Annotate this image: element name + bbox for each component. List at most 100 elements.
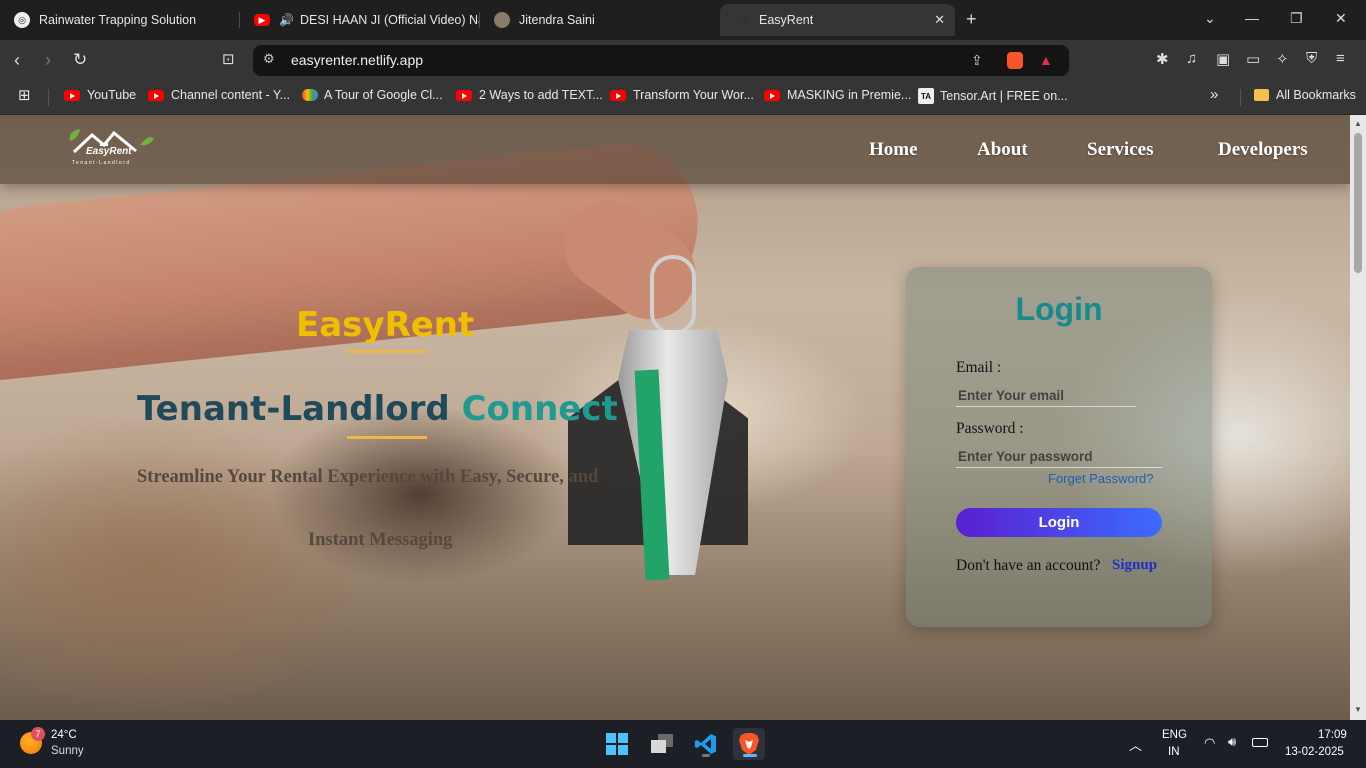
more-bookmarks-icon[interactable]: » <box>1210 86 1218 103</box>
email-input[interactable] <box>956 385 1136 407</box>
nav-home[interactable]: Home <box>869 139 918 161</box>
youtube-icon <box>610 89 626 101</box>
vscode-taskbar-button[interactable] <box>690 728 722 760</box>
tab-jitendra-saini[interactable]: Jitendra Saini <box>480 4 720 36</box>
site-settings-icon[interactable]: ⚙ <box>263 51 275 67</box>
google-cloud-icon <box>302 89 318 101</box>
scroll-down-icon[interactable]: ▼ <box>1354 705 1362 714</box>
restore-icon[interactable]: ❐ <box>1290 10 1303 27</box>
youtube-icon <box>64 89 80 101</box>
openai-icon: ◎ <box>14 12 30 28</box>
bookmark-channel-content[interactable]: Channel content - Y... <box>148 88 290 102</box>
brave-rewards-icon[interactable]: ▲ <box>1039 52 1053 68</box>
wifi-icon[interactable]: ◠ <box>1204 735 1215 751</box>
tab-easyrent[interactable]: EasyRent ✕ <box>720 4 955 36</box>
forward-icon[interactable]: › <box>45 50 51 70</box>
youtube-icon <box>148 89 164 101</box>
hero-brand-title: EasyRent <box>296 305 475 345</box>
tab-title: Jitendra Saini <box>519 13 595 27</box>
tab-strip: ◎ Rainwater Trapping Solution ▶ 🔊 DESI H… <box>0 0 1366 40</box>
task-view-icon <box>651 734 673 753</box>
reload-icon[interactable]: ↻ <box>73 50 87 70</box>
bookmark-masking[interactable]: MASKING in Premie... <box>764 88 911 102</box>
bookmark-label: A Tour of Google Cl... <box>324 88 443 102</box>
minimize-icon[interactable]: — <box>1245 10 1259 26</box>
nav-about[interactable]: About <box>977 139 1028 161</box>
tab-title: EasyRent <box>759 13 814 27</box>
avatar-icon <box>494 12 510 28</box>
weather-badge: 7 <box>31 727 45 741</box>
bookmark-google-cloud[interactable]: A Tour of Google Cl... <box>302 88 443 102</box>
email-label: Email : <box>956 359 1002 376</box>
password-label: Password : <box>956 420 1024 437</box>
bookmark-label: Tensor.Art | FREE on... <box>940 89 1068 103</box>
tab-rainwater[interactable]: ◎ Rainwater Trapping Solution <box>0 4 240 36</box>
url-text[interactable]: easyrenter.netlify.app <box>291 52 423 68</box>
bookmark-label: 2 Ways to add TEXT... <box>479 88 603 102</box>
battery-icon[interactable] <box>1252 738 1268 747</box>
signup-link[interactable]: Signup <box>1112 557 1157 574</box>
all-bookmarks-label: All Bookmarks <box>1276 88 1356 102</box>
bookmark-label: Transform Your Wor... <box>633 88 754 102</box>
close-window-icon[interactable]: ✕ <box>1335 10 1347 27</box>
bookmark-add-text[interactable]: 2 Ways to add TEXT... <box>456 88 603 102</box>
back-icon[interactable]: ‹ <box>14 50 20 70</box>
weather-condition[interactable]: Sunny <box>51 745 84 757</box>
forgot-password-link[interactable]: Forget Password? <box>1048 471 1154 486</box>
easyrent-logo[interactable]: EasyRent Tenant-Landlord <box>69 125 156 175</box>
task-view-button[interactable] <box>646 728 678 760</box>
extensions-icon[interactable]: ✱ <box>1156 50 1169 68</box>
tab-desi-haan-ji[interactable]: ▶ 🔊 DESI HAAN JI (Official Video) Na <box>240 4 480 36</box>
brave-icon <box>739 733 759 755</box>
no-account-text: Don't have an account? <box>956 557 1101 574</box>
bookmark-tensorart[interactable]: TA Tensor.Art | FREE on... <box>918 88 1068 104</box>
login-button[interactable]: Login <box>956 508 1162 537</box>
clock-time[interactable]: 17:09 <box>1318 729 1347 741</box>
address-bar[interactable]: ⚙ easyrenter.netlify.app ⇪ ▲ <box>253 45 1069 76</box>
all-bookmarks-folder[interactable]: All Bookmarks <box>1254 88 1356 102</box>
password-input[interactable] <box>956 446 1162 468</box>
volume-icon[interactable]: 🔊︎ <box>1228 734 1236 750</box>
bookmark-label: YouTube <box>87 88 137 102</box>
clock-date[interactable]: 13-02-2025 <box>1285 746 1344 758</box>
bookmark-label: Channel content - Y... <box>171 88 291 102</box>
wallet-icon[interactable]: ▭ <box>1246 50 1260 68</box>
bookmark-youtube[interactable]: YouTube <box>64 88 136 102</box>
bookmark-transform[interactable]: Transform Your Wor... <box>610 88 754 102</box>
menu-icon[interactable]: ≡ <box>1336 50 1345 67</box>
new-tab-icon[interactable]: + <box>966 9 977 30</box>
language-indicator[interactable]: ENG <box>1162 729 1187 741</box>
bookmark-icon[interactable]: ⊡ <box>222 50 235 70</box>
scroll-thumb[interactable] <box>1354 133 1362 273</box>
vscode-icon <box>695 734 716 754</box>
page-viewport: EasyRent Tenant-Landlord Home About Serv… <box>0 115 1350 720</box>
windows-taskbar: 7 24°C Sunny ︿ ENG IN ◠ 🔊︎ 17:09 13-02-2… <box>0 720 1366 768</box>
easyrent-icon <box>734 14 750 26</box>
sidebar-icon[interactable]: ▣ <box>1216 50 1230 68</box>
youtube-icon <box>764 89 780 101</box>
nav-developers[interactable]: Developers <box>1218 139 1308 161</box>
region-indicator[interactable]: IN <box>1168 746 1180 758</box>
weather-temp[interactable]: 24°C <box>51 729 77 741</box>
vpn-icon[interactable]: ⛨ <box>1306 50 1317 67</box>
tagline-underline <box>347 436 427 439</box>
show-hidden-icons-chevron[interactable]: ︿ <box>1129 735 1142 754</box>
leo-ai-icon[interactable]: ✧ <box>1276 50 1289 68</box>
windows-icon <box>606 733 628 755</box>
share-icon[interactable]: ⇪ <box>971 52 983 69</box>
tab-title: Rainwater Trapping Solution <box>39 13 197 27</box>
page-scrollbar[interactable]: ▲ ▼ <box>1350 115 1366 720</box>
close-tab-icon[interactable]: ✕ <box>934 12 945 28</box>
brand-underline <box>347 350 427 353</box>
speaker-icon[interactable]: 🔊 <box>279 13 294 27</box>
scroll-up-icon[interactable]: ▲ <box>1354 119 1362 128</box>
brave-shields-icon[interactable] <box>1007 52 1023 69</box>
apps-grid-icon[interactable]: ⊞ <box>18 86 31 104</box>
tab-search-chevron-icon[interactable]: ⌄ <box>1204 10 1216 27</box>
media-icon[interactable]: ♫ <box>1186 50 1197 67</box>
tagline-part2: Connect <box>461 389 618 429</box>
tensorart-icon: TA <box>918 88 934 104</box>
nav-services[interactable]: Services <box>1087 139 1153 161</box>
start-button[interactable] <box>601 728 633 760</box>
brave-taskbar-button[interactable] <box>733 728 765 760</box>
